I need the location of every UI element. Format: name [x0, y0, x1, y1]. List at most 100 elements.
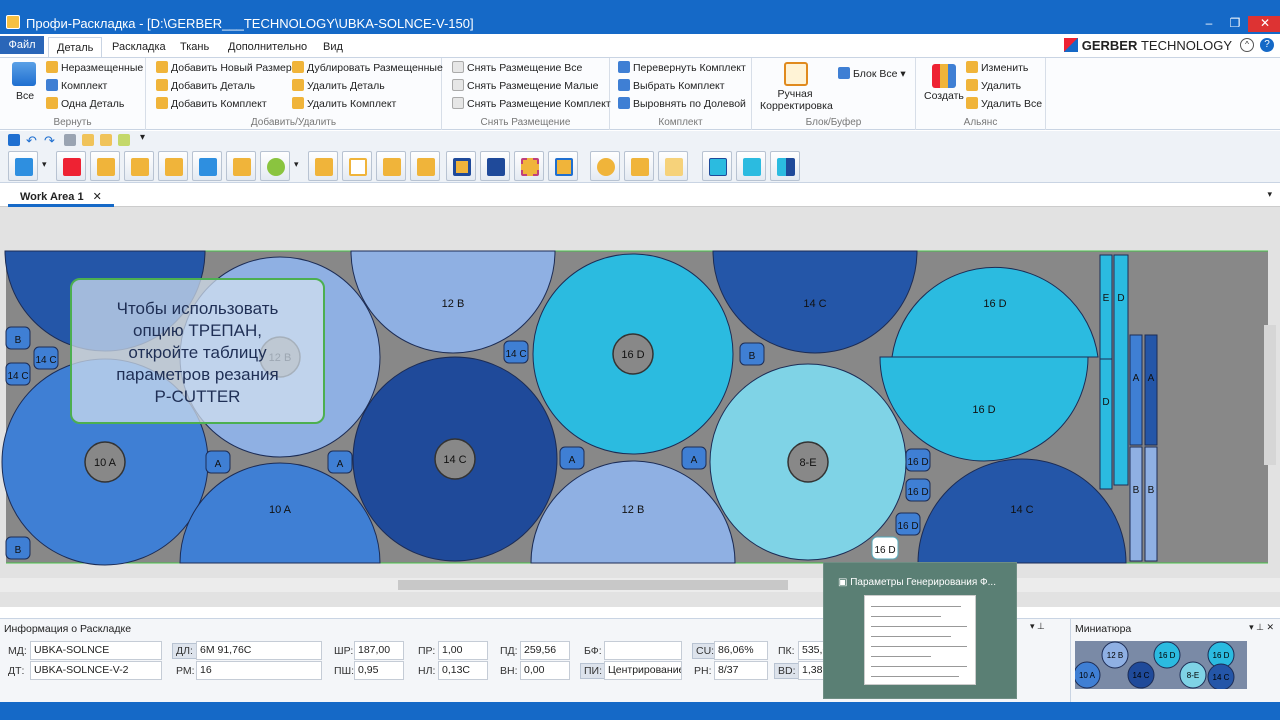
miniature-options-icon[interactable]: ▾ ⊥ ✕ — [1249, 622, 1274, 633]
file-menu-button[interactable]: Файл — [0, 36, 44, 54]
tab-view[interactable]: Вид — [315, 37, 351, 57]
tool-icon[interactable] — [118, 134, 130, 146]
duplicate-placed-button[interactable]: Дублировать Размещенные — [292, 60, 443, 76]
scrollbar-thumb[interactable] — [398, 580, 788, 590]
rotate-90-button[interactable] — [260, 151, 290, 181]
create-alliance-button[interactable]: Создать — [924, 88, 964, 104]
tab-detail[interactable]: Деталь — [48, 37, 103, 57]
miniature-map[interactable]: 10 A 12 B 14 C 16 D 8-E 16 D 14 C — [1075, 641, 1247, 689]
redo-icon[interactable]: ↷ — [44, 133, 55, 149]
refresh-tool-button[interactable] — [590, 151, 620, 181]
return-all-button[interactable]: Все — [16, 88, 34, 104]
field-nl[interactable]: 0,13С — [438, 661, 488, 680]
warning-light-button[interactable] — [658, 151, 688, 181]
piece-label: 12 B — [622, 504, 645, 516]
field-pk[interactable]: 535,6 — [798, 641, 824, 660]
delete-piece-button[interactable]: Удалить Деталь — [292, 78, 385, 94]
work-area-tab[interactable]: Work Area 1 ✕ — [8, 187, 114, 207]
strip-piece[interactable] — [1144, 446, 1158, 562]
add-piece-button[interactable]: Добавить Деталь — [156, 78, 255, 94]
return-bundle-button[interactable]: Комплект — [46, 78, 107, 94]
generation-params-window[interactable]: ▣ Параметры Генерирования Ф... — [823, 562, 1017, 699]
field-pi[interactable]: Центрирование — [604, 661, 682, 680]
maximize-button[interactable]: ❐ — [1222, 16, 1248, 32]
piece-label: A — [215, 459, 222, 470]
tab-fabric[interactable]: Ткань — [172, 37, 217, 57]
buffer-tool-button[interactable] — [446, 151, 476, 181]
return-unplaced-button[interactable]: Неразмещенные — [46, 60, 143, 76]
unplace-bundle-button[interactable]: Снять Размещение Комплект — [452, 96, 611, 112]
add-new-size-button[interactable]: Добавить Новый Размер — [156, 60, 292, 76]
field-psh[interactable]: 0,95 — [354, 661, 404, 680]
field-pd[interactable]: 259,56 — [520, 641, 570, 660]
view-overlap-button[interactable] — [736, 151, 766, 181]
field-shr[interactable]: 187,00 — [354, 641, 404, 660]
field-cu[interactable]: 86,06% — [714, 641, 768, 660]
field-bf[interactable] — [604, 641, 682, 660]
view-tool-button[interactable] — [702, 151, 732, 181]
bump-right-button[interactable] — [124, 151, 154, 181]
panel-options-icon[interactable]: ▾ ⊥ — [1030, 621, 1045, 632]
close-tab-icon[interactable]: ✕ — [93, 191, 102, 203]
strip-piece[interactable] — [1099, 254, 1113, 360]
cut-tool-button[interactable] — [376, 151, 406, 181]
unplace-all-button[interactable]: Снять Размещение Все — [452, 60, 582, 76]
select-bundle-button[interactable]: Выбрать Комплект — [618, 78, 725, 94]
customize-qat-icon[interactable]: ▾ — [140, 132, 145, 143]
strip-piece[interactable] — [1129, 334, 1143, 446]
open-folder-icon[interactable] — [82, 134, 94, 146]
field-dl[interactable]: 6М 91,76С — [196, 641, 322, 660]
horizontal-scrollbar[interactable] — [0, 578, 1280, 592]
overlap-tool-button[interactable] — [410, 151, 440, 181]
move-tool-dropdown-icon[interactable]: ▾ — [42, 159, 47, 170]
vertical-scrollbar-thumb[interactable] — [1264, 325, 1276, 465]
export-icon[interactable] — [100, 134, 112, 146]
slide-left-button[interactable] — [158, 151, 188, 181]
strip-piece[interactable] — [1113, 254, 1129, 486]
collapse-ribbon-icon[interactable]: ^ — [1240, 38, 1254, 52]
add-bundle-button[interactable]: Добавить Комплект — [156, 96, 267, 112]
field-pr[interactable]: 1,00 — [438, 641, 488, 660]
minimize-button[interactable]: – — [1196, 16, 1222, 32]
slide-down-button[interactable] — [192, 151, 222, 181]
warning-tool-button[interactable] — [624, 151, 654, 181]
field-rm[interactable]: 16 — [196, 661, 322, 680]
tab-additional[interactable]: Дополнительно — [220, 37, 315, 57]
close-button[interactable]: ✕ — [1248, 16, 1280, 32]
view-split-button[interactable] — [770, 151, 800, 181]
field-rn[interactable]: 8/37 — [714, 661, 768, 680]
align-grain-button[interactable]: Выровнять по Долевой — [618, 96, 746, 112]
rect-tool-button[interactable] — [308, 151, 338, 181]
flip-tool-button[interactable] — [226, 151, 256, 181]
save-icon[interactable] — [8, 134, 20, 146]
undo-icon[interactable]: ↶ — [26, 133, 37, 149]
piece-tool-button[interactable] — [56, 151, 86, 181]
field-md[interactable]: UBKA-SOLNCE — [30, 641, 162, 660]
buffer-piece-button[interactable] — [514, 151, 544, 181]
tab-menu-icon[interactable]: ▾ — [1267, 189, 1272, 200]
strip-piece[interactable] — [1144, 334, 1158, 446]
delete-all-alliance-button[interactable]: Удалить Все — [966, 96, 1042, 112]
unplace-small-button[interactable]: Снять Размещение Малые — [452, 78, 599, 94]
help-icon[interactable]: ? — [1260, 38, 1274, 52]
rotate-dropdown-icon[interactable]: ▾ — [294, 159, 299, 170]
buffer-all-button[interactable] — [480, 151, 510, 181]
field-bd[interactable]: 1,38 — [798, 661, 824, 680]
flip-bundle-button[interactable]: Перевернуть Комплект — [618, 60, 746, 76]
field-vn[interactable]: 0,00 — [520, 661, 570, 680]
move-tool-button[interactable] — [8, 151, 38, 181]
strip-piece[interactable] — [1129, 446, 1143, 562]
grid-tool-button[interactable] — [548, 151, 578, 181]
tab-layout[interactable]: Раскладка — [104, 37, 174, 57]
select-rect-button[interactable] — [342, 151, 372, 181]
field-dt[interactable]: UBKA-SOLNCE-V-2 — [30, 661, 162, 680]
print-icon[interactable] — [64, 134, 76, 146]
delete-alliance-button[interactable]: Удалить — [966, 78, 1021, 94]
block-all-button[interactable]: Блок Все ▾ — [838, 66, 906, 82]
edit-alliance-button[interactable]: Изменить — [966, 60, 1028, 76]
bump-left-button[interactable] — [90, 151, 120, 181]
return-one-piece-button[interactable]: Одна Деталь — [46, 96, 124, 112]
strip-piece[interactable] — [1099, 358, 1113, 490]
manual-correction-button[interactable]: Ручная Корректировка — [760, 88, 833, 112]
delete-bundle-button[interactable]: Удалить Комплект — [292, 96, 396, 112]
